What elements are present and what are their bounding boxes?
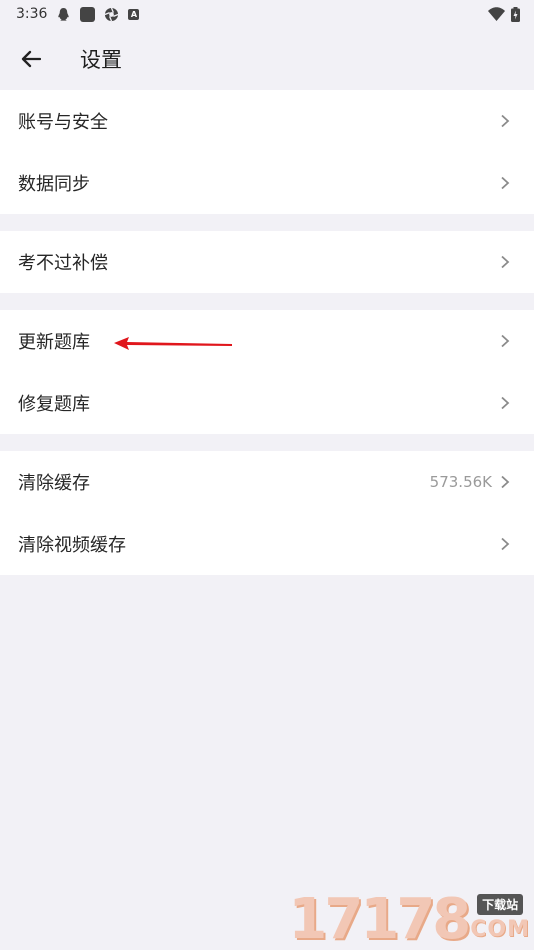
battery-icon bbox=[511, 6, 520, 22]
chevron-right-icon bbox=[501, 396, 510, 410]
settings-group-cache: 清除缓存 573.56K 清除视频缓存 bbox=[0, 451, 534, 575]
page-title: 设置 bbox=[80, 48, 122, 72]
chevron-right-icon bbox=[501, 176, 510, 190]
watermark-com: COM bbox=[470, 917, 530, 942]
row-label: 清除缓存 bbox=[18, 473, 90, 494]
row-label: 修复题库 bbox=[18, 394, 90, 415]
settings-row-clear-cache[interactable]: 清除缓存 573.56K bbox=[0, 451, 534, 513]
watermark-17178: 17178 下载站 COM bbox=[288, 892, 530, 948]
chevron-right-icon bbox=[501, 255, 510, 269]
watermark-cn: 下载站 bbox=[477, 894, 524, 915]
chevron-right-icon bbox=[501, 114, 510, 128]
cache-size-value: 573.56K bbox=[429, 473, 492, 491]
arrow-left-icon bbox=[21, 50, 41, 68]
settings-row-data-sync[interactable]: 数据同步 bbox=[0, 152, 534, 214]
status-bar: 3:36 A bbox=[0, 0, 534, 28]
row-label: 清除视频缓存 bbox=[18, 535, 126, 556]
row-label: 考不过补偿 bbox=[18, 253, 108, 274]
app-bar: 设置 bbox=[0, 28, 534, 90]
settings-row-fail-compensation[interactable]: 考不过补偿 bbox=[0, 231, 534, 293]
settings-group-compensation: 考不过补偿 bbox=[0, 231, 534, 293]
settings-row-update-question-bank[interactable]: 更新题库 bbox=[0, 310, 534, 372]
red-arrow-annotation bbox=[114, 337, 232, 350]
chevron-right-icon bbox=[501, 475, 510, 489]
settings-row-clear-video-cache[interactable]: 清除视频缓存 bbox=[0, 513, 534, 575]
settings-group-account: 账号与安全 数据同步 bbox=[0, 90, 534, 214]
row-label: 账号与安全 bbox=[18, 112, 108, 133]
status-time: 3:36 bbox=[16, 6, 48, 22]
square-app-icon bbox=[80, 6, 96, 22]
wifi-icon bbox=[488, 7, 505, 21]
chevron-right-icon bbox=[501, 537, 510, 551]
aperture-icon bbox=[105, 7, 119, 21]
watermark-number: 17178 bbox=[288, 887, 471, 950]
settings-group-question-bank: 更新题库 修复题库 bbox=[0, 310, 534, 434]
a-badge-icon: A bbox=[128, 8, 140, 20]
row-label: 数据同步 bbox=[18, 174, 90, 195]
settings-row-repair-question-bank[interactable]: 修复题库 bbox=[0, 372, 534, 434]
settings-row-account-security[interactable]: 账号与安全 bbox=[0, 90, 534, 152]
back-button[interactable] bbox=[0, 28, 62, 90]
row-label: 更新题库 bbox=[18, 332, 90, 353]
watermark-side: 下载站 COM bbox=[470, 894, 530, 942]
chevron-right-icon bbox=[501, 334, 510, 348]
qq-icon bbox=[58, 7, 70, 21]
